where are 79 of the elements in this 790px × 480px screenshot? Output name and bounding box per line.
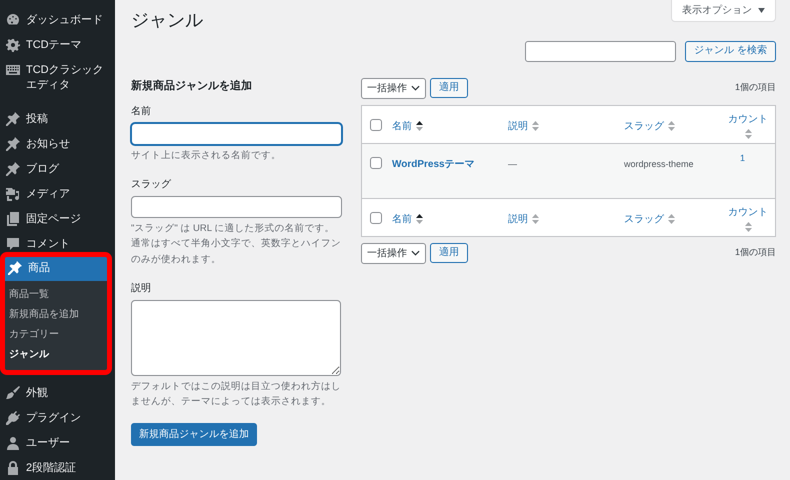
sidebar-item[interactable]: TCDクラシックエディタ — [0, 58, 115, 98]
submenu-item[interactable]: ジャンル — [4, 345, 108, 366]
column-header[interactable]: 説明 — [508, 212, 539, 227]
screen-options-button[interactable]: 表示オプション — [671, 0, 776, 22]
sort-icon — [668, 214, 675, 224]
submenu-item[interactable]: 商品一覧 — [4, 285, 108, 306]
submenu-item[interactable]: カテゴリー — [4, 325, 108, 346]
sort-icon — [416, 121, 423, 132]
description-field[interactable] — [131, 300, 341, 376]
gear-icon — [6, 38, 20, 52]
sidebar-item[interactable]: お知らせ — [0, 132, 115, 158]
column-header[interactable]: 説明 — [508, 118, 539, 134]
sort-icon — [744, 222, 752, 232]
search-field[interactable] — [525, 40, 676, 62]
sidebar-item[interactable]: コメント — [0, 232, 115, 256]
media-icon — [6, 186, 20, 201]
table-cell: — — [508, 158, 517, 169]
item-count: 1個の項目 — [734, 81, 776, 94]
caret-icon — [758, 8, 765, 13]
column-header[interactable]: カウント — [728, 204, 768, 235]
input-field[interactable] — [131, 196, 342, 218]
sidebar-item[interactable]: ユーザー — [0, 430, 115, 456]
sidebar-item[interactable]: 投稿 — [0, 107, 115, 132]
pin-icon — [6, 112, 20, 126]
sidebar-item[interactable]: 2段階認証 — [0, 456, 115, 480]
comment-icon — [6, 236, 20, 251]
help-text: デフォルトではこの説明は目立つ使われ方はしませんが、テーマによっては表示されます。 — [131, 380, 342, 410]
sidebar-item[interactable]: 商品 — [4, 256, 108, 282]
input-field[interactable] — [131, 123, 342, 146]
sidebar-item[interactable]: ブログ — [0, 157, 115, 182]
pin-icon — [8, 261, 22, 276]
apply-button[interactable]: 適用 — [430, 78, 468, 98]
sidebar-item[interactable]: メディア — [0, 182, 115, 207]
row-checkbox[interactable] — [370, 156, 382, 169]
sort-icon — [532, 214, 539, 224]
term-link[interactable]: WordPressテーマ — [392, 158, 475, 170]
sort-icon — [532, 121, 539, 132]
field-label: 名前 — [131, 105, 152, 120]
user-icon — [6, 436, 20, 450]
sidebar-item[interactable]: 固定ページ — [0, 206, 115, 232]
gauge-icon — [6, 13, 20, 27]
apply-button[interactable]: 適用 — [430, 243, 468, 264]
select-all-checkbox[interactable] — [370, 212, 382, 224]
bulk-action-dropdown[interactable]: 一括操作 — [361, 78, 426, 99]
keyboard-icon — [6, 62, 20, 77]
sidebar-item[interactable]: ダッシュボード — [0, 8, 115, 33]
column-header[interactable]: カウント — [728, 112, 768, 142]
form-heading: 新規商品ジャンルを追加 — [131, 78, 253, 94]
lock-icon — [6, 460, 20, 475]
sort-icon — [744, 128, 752, 139]
item-count: 1個の項目 — [734, 246, 776, 260]
sidebar-item[interactable]: プラグイン — [0, 406, 115, 431]
help-text: "スラッグ" は URL に適した形式の名前です。通常はすべて半角小文字で、英数字とハイフンのみが使われます。 — [131, 222, 342, 267]
sort-icon — [416, 214, 423, 224]
help-text: サイト上に表示される名前です。 — [131, 149, 282, 164]
field-label: 説明 — [131, 282, 152, 296]
count-link[interactable]: 1 — [740, 152, 746, 166]
sidebar-item[interactable]: 外観 — [0, 381, 115, 406]
column-header[interactable]: 名前 — [392, 212, 423, 227]
pin-icon — [6, 162, 20, 176]
submenu-item[interactable]: 新規商品を追加 — [4, 305, 108, 326]
chevron-icon — [411, 250, 420, 256]
table-cell: wordpress-theme — [624, 158, 694, 169]
brush-icon — [6, 386, 20, 400]
select-all-checkbox[interactable] — [370, 118, 382, 131]
column-header[interactable]: スラッグ — [624, 118, 675, 134]
plug-icon — [6, 411, 20, 426]
pin-icon — [6, 137, 20, 152]
sort-icon — [668, 121, 675, 132]
bulk-action-dropdown[interactable]: 一括操作 — [361, 242, 426, 264]
sidebar-item[interactable]: TCDテーマ — [0, 32, 115, 58]
pages-icon — [6, 212, 20, 226]
column-header[interactable]: スラッグ — [624, 212, 675, 227]
add-genre-button[interactable]: 新規商品ジャンルを追加 — [131, 423, 257, 446]
field-label: スラッグ — [131, 178, 172, 192]
chevron-icon — [411, 85, 420, 92]
column-header[interactable]: 名前 — [392, 118, 423, 134]
page-title: ジャンル — [131, 10, 203, 32]
search-button[interactable]: ジャンル を検索 — [685, 40, 776, 62]
